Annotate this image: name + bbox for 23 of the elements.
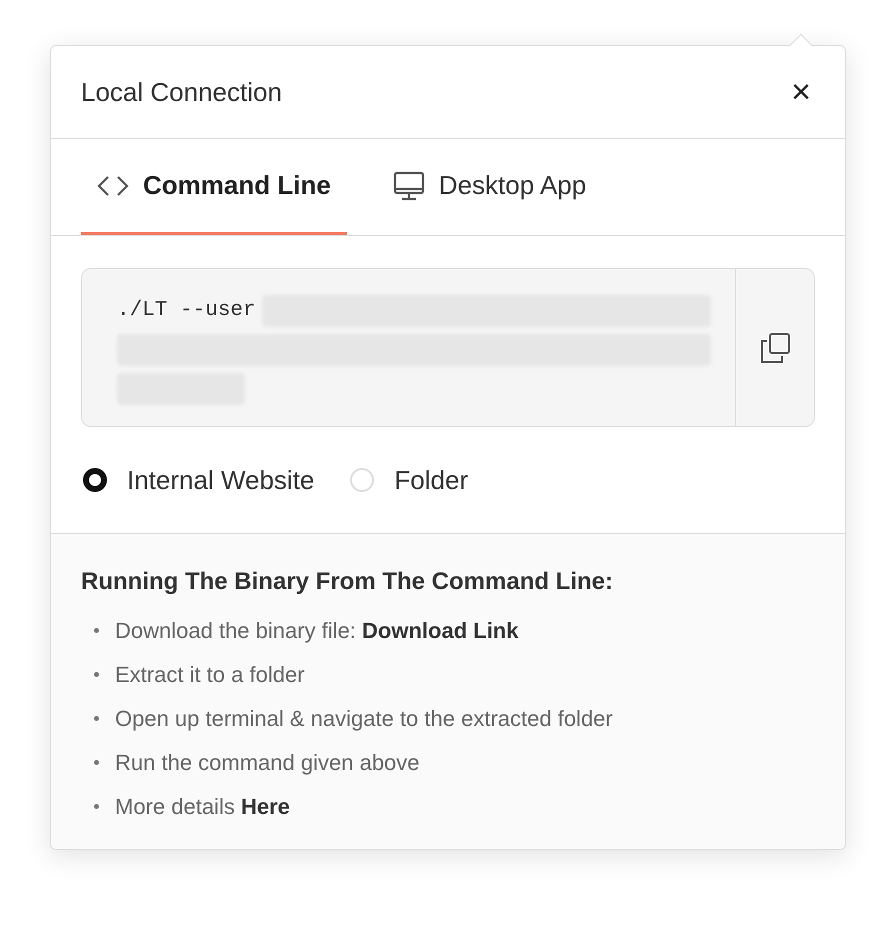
step-text: Open up terminal & navigate to the extracted folder [115,705,613,734]
dialog-title: Local Connection [81,76,282,108]
bullet-icon [94,804,99,810]
step-text: Download the binary file: [115,617,356,646]
monitor-icon [392,170,425,202]
instructions-heading: Running The Binary From The Command Line: [81,568,614,597]
tab[interactable]: Desktop App [376,139,602,235]
step-link[interactable]: Download Link [362,614,518,648]
radio-option[interactable]: Internal Website [83,460,314,500]
step-text: Extract it to a folder [115,661,305,690]
tab[interactable]: Command Line [81,139,347,235]
bullet-icon [94,628,99,634]
command-text: ./LT --user [117,298,256,324]
code-icon [97,174,129,196]
step-link[interactable]: Here [240,790,290,824]
bullet-icon [94,672,99,678]
close-button[interactable]: × [787,75,815,109]
step-text: More details [115,793,235,822]
copy-icon [759,332,791,364]
bullet-icon [94,760,99,766]
step-text: Run the command given above [115,749,420,778]
bullet-icon [94,716,99,722]
radio-option[interactable]: Folder [350,460,468,500]
